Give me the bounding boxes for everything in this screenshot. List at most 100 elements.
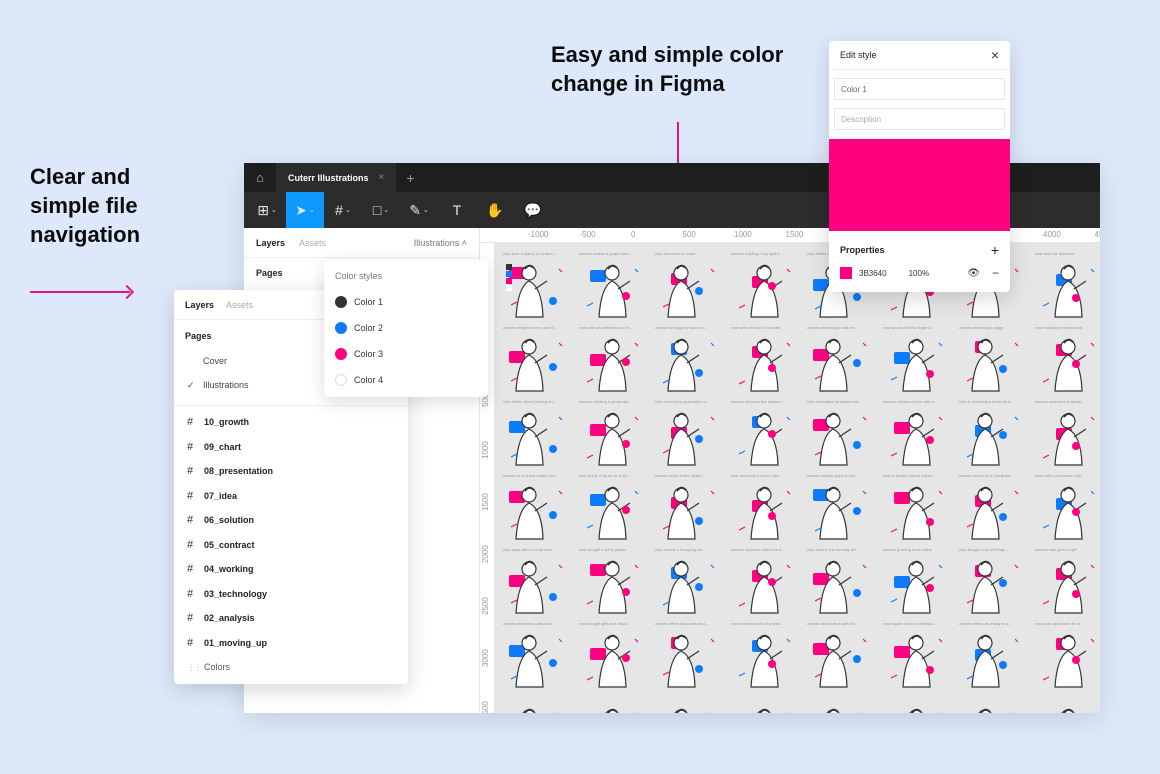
illustration-card[interactable]: man received a graduation d... [655, 399, 723, 473]
sidebar-tab-layers[interactable]: Layers [256, 238, 285, 248]
illustration-card[interactable]: man launches a rocket [655, 251, 723, 325]
figma-menu-button[interactable]: ⊞ ⌄ [248, 192, 286, 228]
hand-tool-button[interactable]: ✋ [476, 192, 514, 228]
illustration-card[interactable]: woman installs apps on her... [807, 473, 875, 547]
illustration-card[interactable]: woman looks at the health... [655, 473, 723, 547]
illustration-card[interactable]: woman launches a web-for... [807, 621, 875, 695]
illustration-card[interactable]: man bought gifts at a disco... [579, 621, 647, 695]
comment-tool-button[interactable]: 💬 [514, 192, 552, 228]
file-tab-title: Cuterr Illustrations [288, 172, 369, 183]
illustration-card[interactable]: man puts a stamp on a docu... [503, 251, 571, 325]
illustration-card[interactable] [807, 695, 875, 713]
color-preview[interactable] [829, 139, 1010, 231]
eye-icon[interactable]: 👁 [967, 268, 980, 279]
layer-02_analysis[interactable]: #02_analysis [174, 606, 408, 631]
layer-label: 04_working [204, 564, 254, 575]
illustration-card[interactable]: man receives a lot of points... [731, 621, 799, 695]
character-illustration [586, 412, 639, 466]
illustration-card[interactable]: woman in a virtual reality hea... [503, 473, 571, 547]
illustration-card[interactable]: man holding a money fund [1035, 325, 1100, 399]
illustration-card[interactable]: man launches a drone with... [731, 473, 799, 547]
illustration-card[interactable]: woman chooses clothes in a... [731, 547, 799, 621]
illustration-card[interactable]: woman chasing a geograph... [579, 399, 647, 473]
text-tool-button[interactable]: T [438, 192, 476, 228]
illustration-card[interactable]: man sets the distance... [1035, 251, 1100, 325]
style-description-input[interactable]: Description [834, 108, 1005, 130]
illustration-card[interactable]: woman chooses the solution... [731, 399, 799, 473]
layer-04_working[interactable]: #04_working [174, 557, 408, 582]
illustration-card[interactable]: man bought a lot of goods... [579, 547, 647, 621]
illustration-card[interactable]: man pours with his finger a... [883, 325, 951, 399]
color-style-color-2[interactable]: Color 2 [324, 315, 488, 341]
fill-row[interactable]: 3B3640 100% 👁 − [829, 261, 1010, 285]
fill-hex[interactable]: 3B3640 [859, 269, 887, 278]
illustration-card[interactable]: man is excited about mobile... [883, 473, 951, 547]
illustration-card[interactable]: woman works on a hologram... [959, 473, 1027, 547]
pen-tool-button[interactable]: ✎ ⌄ [400, 192, 438, 228]
add-property-button[interactable]: + [991, 242, 999, 258]
sidebar-tab-assets[interactable]: Assets [299, 238, 326, 248]
rectangle-tool-button[interactable]: □ ⌄ [362, 192, 400, 228]
illustration-card[interactable]: woman receiving a bad cre... [807, 325, 875, 399]
fill-swatch[interactable] [840, 267, 852, 279]
illustration-card[interactable]: woman weighs money and b... [503, 325, 571, 399]
illustration-card[interactable]: man bought a lot of things... [959, 547, 1027, 621]
illustration-card[interactable] [959, 695, 1027, 713]
illustration-card[interactable]: woman searches financial... [1035, 399, 1100, 473]
illustration-card[interactable]: man spoke out in a rebellion... [883, 621, 951, 695]
home-icon[interactable]: ⌂ [244, 163, 276, 192]
layer-06_solution[interactable]: #06_solution [174, 508, 408, 533]
illustration-card[interactable]: man sets the bar to the safe [731, 325, 799, 399]
illustration-card[interactable]: woman receiving a piggy ... [959, 325, 1027, 399]
illustration-card[interactable]: man with an umbrella and m... [579, 325, 647, 399]
layer-03_technology[interactable]: #03_technology [174, 582, 408, 607]
new-tab-button[interactable]: + [406, 170, 414, 186]
close-icon[interactable]: × [991, 47, 999, 63]
layer-colors[interactable]: ⋮⋮ Colors [174, 655, 408, 680]
style-name-input[interactable]: Color 1 [834, 78, 1005, 100]
canvas[interactable]: man puts a stamp on a docu... woman makes… [495, 243, 1100, 713]
layer-09_chart[interactable]: #09_chart [174, 435, 408, 460]
illustration-card[interactable]: woman holding a big light b... [731, 251, 799, 325]
illustration-card[interactable] [655, 695, 723, 713]
illustration-card[interactable]: man prints a figure on a 3D... [579, 473, 647, 547]
illustration-card[interactable]: man with a processor chip [1035, 473, 1100, 547]
color-style-color-3[interactable]: Color 3 [324, 341, 488, 367]
layer-01_moving_up[interactable]: #01_moving_up [174, 631, 408, 656]
illustration-card[interactable] [883, 695, 951, 713]
illustration-card[interactable] [579, 695, 647, 713]
illustration-card[interactable]: man lives in the farming site [807, 547, 875, 621]
illustration-card[interactable] [731, 695, 799, 713]
illustration-card[interactable]: man motivated by books and... [807, 399, 875, 473]
illustration-card[interactable]: man puts up flowers for a... [1035, 621, 1100, 695]
illustration-card[interactable]: woman growing from online [883, 547, 951, 621]
illustration-card[interactable]: woman received a discount... [503, 621, 571, 695]
layer-10_growth[interactable]: #10_growth [174, 410, 408, 435]
illustration-card[interactable]: man makes a shopping list [655, 547, 723, 621]
page-selector[interactable]: Illustrations ˄ [414, 238, 467, 248]
illustration-card[interactable]: woman writes an essay to a... [959, 621, 1027, 695]
illustration-card[interactable]: woman chases a form with a... [883, 399, 951, 473]
fill-opacity[interactable]: 100% [909, 269, 929, 278]
illustration-card[interactable] [503, 695, 571, 713]
close-tab-icon[interactable]: × [379, 172, 385, 183]
panel-tab-assets[interactable]: Assets [226, 300, 253, 310]
frame-tool-button[interactable]: # ⌄ [324, 192, 362, 228]
illustration-card[interactable]: man is receiving a financial d... [959, 399, 1027, 473]
color-style-color-1[interactable]: Color 1 [324, 289, 488, 315]
move-tool-button[interactable]: ➤ ⌄ [286, 192, 324, 228]
layer-08_presentation[interactable]: #08_presentation [174, 459, 408, 484]
illustration-card[interactable]: woman is happy to have a c... [655, 325, 723, 399]
illustration-card[interactable] [1035, 695, 1100, 713]
remove-fill-icon[interactable]: − [992, 266, 999, 280]
layer-07_idea[interactable]: #07_idea [174, 484, 408, 509]
panel-tab-layers[interactable]: Layers [185, 300, 214, 310]
file-tab[interactable]: Cuterr Illustrations × [276, 163, 397, 192]
color-style-color-4[interactable]: Color 4 [324, 367, 488, 393]
illustration-card[interactable]: woman was given a gift [1035, 547, 1100, 621]
illustration-card[interactable]: woman makes a graph from... [579, 251, 647, 325]
illustration-card[interactable]: woman offers discounts and... [655, 621, 723, 695]
layer-05_contract[interactable]: #05_contract [174, 533, 408, 558]
illustration-card[interactable]: man pays with a credit card [503, 547, 571, 621]
illustration-card[interactable]: man thinks about picking an... [503, 399, 571, 473]
